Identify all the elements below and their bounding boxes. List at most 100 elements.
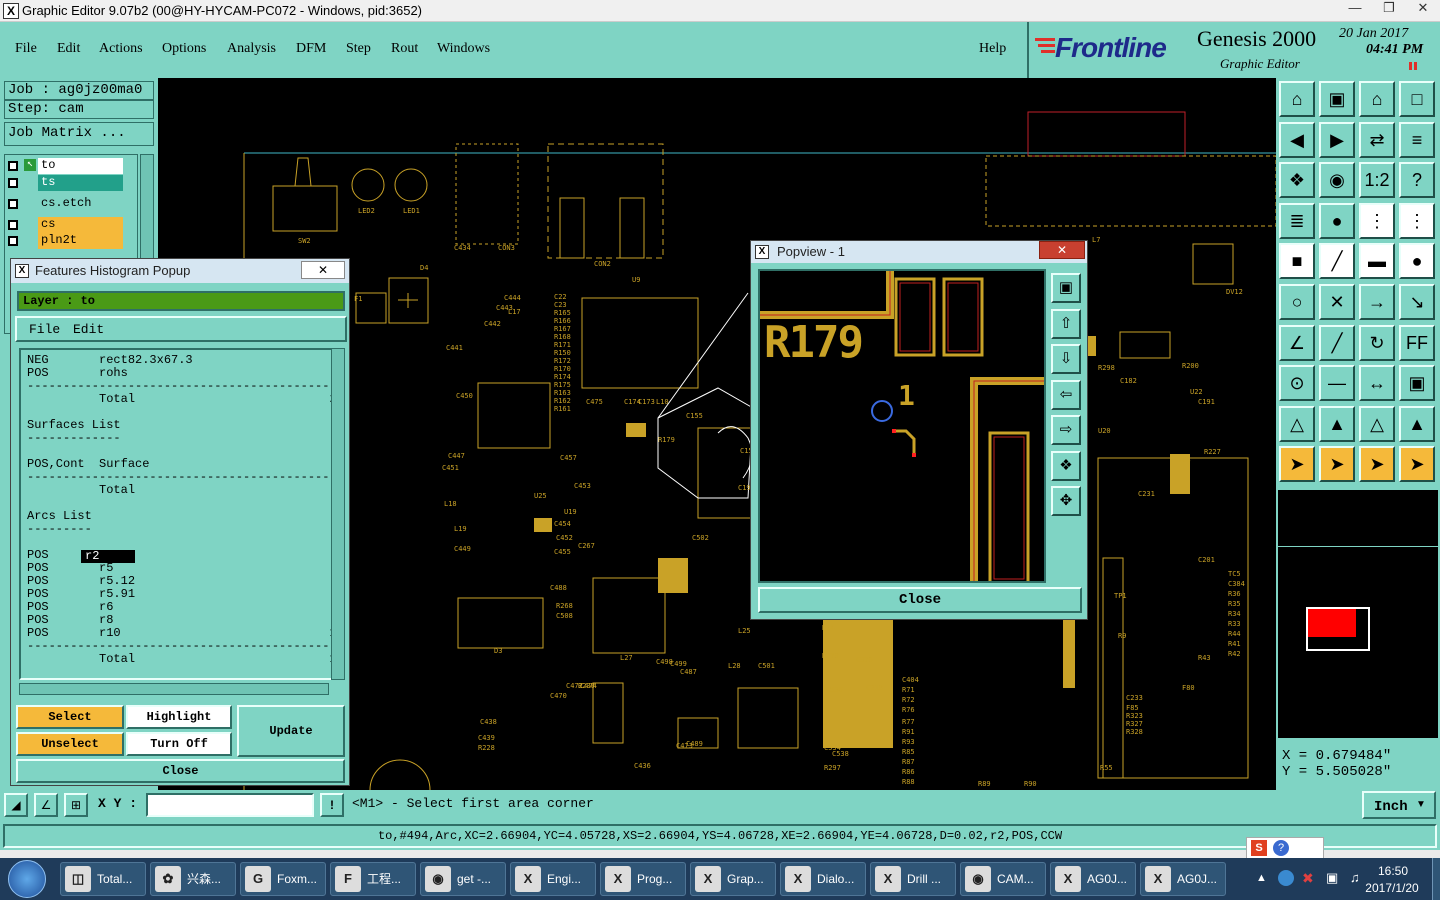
- tri-1-icon[interactable]: △: [1279, 405, 1315, 442]
- taskbar-item[interactable]: X Dialo...: [780, 862, 866, 896]
- home-icon[interactable]: ⌂: [1279, 81, 1315, 117]
- show-desktop-button[interactable]: [1432, 858, 1440, 900]
- tri-4-icon[interactable]: ▲: [1399, 405, 1435, 442]
- popview-zoom-home-icon[interactable]: ⇧: [1051, 308, 1081, 339]
- select-box-icon[interactable]: ■: [1279, 243, 1315, 280]
- menu-edit[interactable]: Edit: [57, 41, 80, 57]
- start-button[interactable]: [8, 860, 46, 898]
- popview-zoom-in-icon[interactable]: ▣: [1051, 273, 1081, 303]
- taskbar-item[interactable]: X Engi...: [510, 862, 596, 896]
- histogram-menu-edit[interactable]: Edit: [73, 322, 104, 337]
- swap-icon[interactable]: ⇄: [1359, 121, 1395, 158]
- highlight-button[interactable]: Highlight: [126, 705, 232, 729]
- update-button[interactable]: Update: [237, 705, 345, 757]
- close-window-button[interactable]: ✕: [1406, 0, 1440, 20]
- zoom-fit-icon[interactable]: ◉: [1319, 162, 1355, 199]
- cross-icon[interactable]: ✕: [1319, 284, 1355, 320]
- layer-checkbox[interactable]: [8, 199, 18, 209]
- popview-canvas[interactable]: R179 1: [758, 269, 1046, 583]
- select-button[interactable]: Select: [16, 705, 124, 729]
- monitor-tray-icon[interactable]: ▣: [1326, 870, 1342, 886]
- layer-row-ts[interactable]: ts: [6, 175, 124, 191]
- ime-bar[interactable]: S ?: [1246, 837, 1324, 859]
- fit-icon[interactable]: ❖: [1279, 162, 1315, 199]
- popview-pan-left-icon[interactable]: ⇦: [1051, 379, 1081, 410]
- menu-file[interactable]: File: [15, 41, 37, 57]
- menu-step[interactable]: Step: [346, 41, 371, 57]
- taskbar-item[interactable]: G Foxm...: [240, 862, 326, 896]
- taskbar-item[interactable]: X AG0J...: [1140, 862, 1226, 896]
- menu-options[interactable]: Options: [162, 41, 206, 57]
- menu-help[interactable]: Help: [979, 41, 1006, 57]
- net-red-icon[interactable]: ⋮: [1399, 202, 1435, 239]
- pad-icon[interactable]: ●: [1399, 243, 1435, 280]
- clock-time[interactable]: 16:50: [1368, 864, 1418, 878]
- histogram-close-button[interactable]: Close: [16, 759, 345, 783]
- taskbar-item[interactable]: F 工程...: [330, 862, 416, 896]
- help-icon[interactable]: ?: [1399, 162, 1435, 199]
- histogram-line[interactable]: Total 163: [27, 653, 333, 666]
- tri-3-icon[interactable]: △: [1359, 405, 1395, 442]
- pan-left-icon[interactable]: ◀: [1279, 121, 1315, 158]
- layer-row-to[interactable]: ↖ to: [6, 158, 124, 174]
- histogram-vscroll[interactable]: [331, 348, 345, 680]
- snap-icon[interactable]: ≣: [1279, 202, 1315, 239]
- histogram-line[interactable]: Total 6: [27, 484, 333, 497]
- layer-checkbox[interactable]: [8, 236, 18, 246]
- ruler-icon[interactable]: ▬: [1359, 243, 1395, 280]
- histogram-line[interactable]: -------------: [27, 432, 121, 445]
- pointer-icon[interactable]: ➤: [1279, 446, 1315, 483]
- slash-icon[interactable]: ╱: [1319, 324, 1355, 361]
- maximize-button[interactable]: ❐: [1372, 0, 1406, 20]
- popview-close-icon[interactable]: ✕: [1039, 241, 1085, 259]
- units-button[interactable]: Inch ▼: [1362, 791, 1436, 819]
- popview-pan-right-icon[interactable]: ⇨: [1051, 415, 1081, 445]
- scale-1-2-icon[interactable]: 1:2: [1359, 162, 1395, 199]
- network-tray-icon[interactable]: [1278, 870, 1294, 886]
- minimize-button[interactable]: —: [1338, 0, 1372, 20]
- histogram-menu-file[interactable]: File: [29, 322, 60, 337]
- tri-2-icon[interactable]: ▲: [1319, 405, 1355, 442]
- job-matrix-button[interactable]: Job Matrix ...: [4, 122, 154, 146]
- menu-windows[interactable]: Windows: [437, 41, 490, 57]
- ff-icon[interactable]: FF: [1399, 324, 1435, 361]
- alert-icon[interactable]: !: [320, 793, 344, 817]
- layer-checkbox[interactable]: [8, 178, 18, 188]
- connect-icon[interactable]: →: [1359, 284, 1395, 320]
- layer-checkbox[interactable]: [8, 220, 18, 230]
- net-icon[interactable]: ⋮: [1359, 202, 1395, 239]
- window-icon[interactable]: □: [1399, 81, 1435, 117]
- pointer-circle-icon[interactable]: ➤: [1359, 446, 1395, 483]
- popview-zoom-out-icon[interactable]: ⇩: [1051, 344, 1081, 374]
- layer-checkbox[interactable]: [8, 161, 18, 171]
- unselect-button[interactable]: Unselect: [16, 732, 124, 756]
- layer-row-pln2t[interactable]: pln2t: [6, 233, 124, 249]
- angle-icon[interactable]: ∠: [1279, 324, 1315, 361]
- house-icon[interactable]: ⌂: [1359, 81, 1395, 117]
- taskbar-item[interactable]: X Prog...: [600, 862, 686, 896]
- grid-icon[interactable]: ⊞: [64, 793, 88, 817]
- link-icon[interactable]: ↘: [1399, 284, 1435, 320]
- layer-row-cs-etch[interactable]: cs.etch: [6, 196, 124, 212]
- overview-map[interactable]: [1278, 546, 1438, 738]
- pads-icon[interactable]: ▣: [1399, 365, 1435, 402]
- popview-fit-icon[interactable]: ❖: [1051, 450, 1081, 481]
- turn-off-button[interactable]: Turn Off: [126, 732, 232, 756]
- point-icon[interactable]: ⊙: [1279, 365, 1315, 402]
- menu-actions[interactable]: Actions: [99, 41, 143, 57]
- draw-icon[interactable]: ╱: [1319, 243, 1355, 280]
- tray-chevron-icon[interactable]: ▲: [1256, 872, 1267, 884]
- measure-icon[interactable]: ∠: [34, 793, 58, 817]
- taskbar-item[interactable]: X Grap...: [690, 862, 776, 896]
- zoom-area-icon[interactable]: ◢: [4, 793, 28, 817]
- zoom-home-icon[interactable]: ▣: [1319, 81, 1355, 117]
- histogram-line[interactable]: ---------: [27, 523, 92, 536]
- menu-rout[interactable]: Rout: [391, 41, 418, 57]
- clock-date[interactable]: 2017/1/20: [1354, 881, 1430, 895]
- line-tool-icon[interactable]: ●: [1319, 202, 1355, 239]
- pointer-node-icon[interactable]: ➤: [1399, 446, 1435, 483]
- popview-close-button[interactable]: Close: [758, 587, 1082, 613]
- pan-right-icon[interactable]: ▶: [1319, 121, 1355, 158]
- popview-move-icon[interactable]: ✥: [1051, 486, 1081, 516]
- histogram-hscroll[interactable]: [19, 683, 329, 695]
